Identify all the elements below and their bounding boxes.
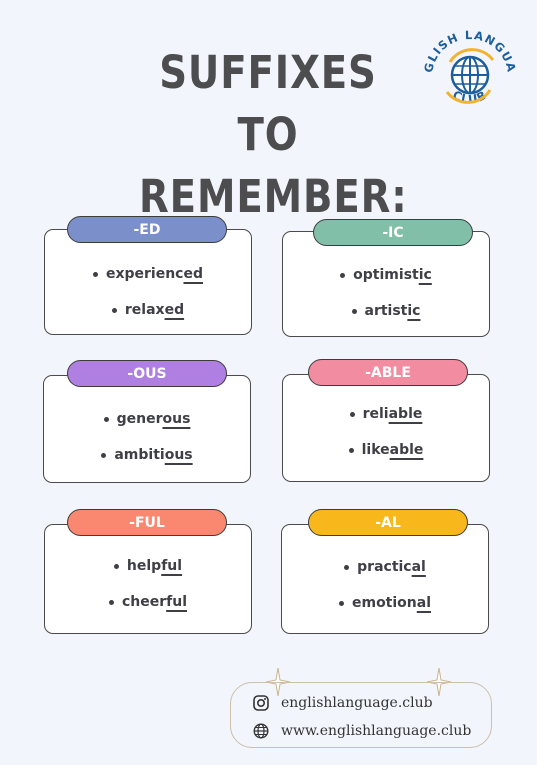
suffix-tab-ous: -OUS [67,360,227,387]
word-stem: emotion [351,595,417,611]
logo: ENGLISH LANGUAGE CLUB [415,20,518,106]
word-suffix: ed [183,266,204,282]
word-stem: relax [124,302,165,318]
word-item: ambiti ous [101,437,193,473]
word-stem: optimist [353,267,419,283]
instagram-icon [253,695,269,711]
suffix-label: -FUL [129,514,165,531]
suffix-tab-ful: -FUL [67,509,227,536]
suffix-tab-able: -ABLE [308,359,468,386]
word-suffix: al [411,559,426,575]
suffix-tab-al: -AL [308,509,468,536]
title-line-1: SUFFIXES TO [159,46,377,161]
website-row: www.englishlanguage.club [253,723,471,739]
suffix-tab-ed: -ED [67,216,227,243]
word-stem: cheer [121,594,167,610]
word-item: like able [348,432,424,468]
word-suffix: al [416,595,432,611]
bullet-icon [113,563,119,569]
instagram-handle: englishlanguage.club [281,695,433,711]
word-item: optimist ic [340,257,432,293]
word-suffix: able [389,442,424,458]
page-title: SUFFIXES TO REMEMBER: [139,42,407,228]
instagram-row: englishlanguage.club [253,695,433,711]
suffix-label: -ABLE [365,364,411,381]
word-stem: ambiti [114,447,165,463]
word-item: experienc ed [92,256,204,292]
bullet-icon [338,600,344,606]
word-item: emotion al [338,585,432,621]
bullet-icon [111,307,117,313]
suffix-tab-ic: -IC [313,219,473,246]
word-stem: help [126,558,162,574]
word-suffix: ic [407,303,421,319]
word-stem: like [361,442,390,458]
contact-footer: englishlanguage.club www.englishlanguage… [230,682,492,748]
word-stem: artist [364,303,408,319]
bullet-icon [101,452,107,458]
word-item: practic al [344,549,426,585]
suffix-label: -OUS [127,365,167,382]
bullet-icon [108,599,114,605]
bullet-icon [351,308,357,314]
word-stem: experienc [105,266,184,282]
website-url: www.englishlanguage.club [281,723,472,739]
word-suffix: ous [164,447,193,463]
bullet-icon [349,411,355,417]
word-suffix: ed [164,302,185,318]
word-item: artist ic [351,293,421,329]
word-item: cheer ful [108,584,188,620]
word-suffix: ic [418,267,432,283]
bullet-icon [348,447,354,453]
word-suffix: ful [166,594,188,610]
bullet-icon [103,416,109,422]
web-icon [253,723,269,739]
word-item: gener ous [103,401,191,437]
bullet-icon [92,271,98,277]
word-suffix: able [388,406,423,422]
word-stem: practic [357,559,412,575]
word-stem: reli [362,406,389,422]
suffix-label: -IC [382,224,404,241]
bullet-icon [340,272,346,278]
suffix-label: -AL [375,514,401,531]
word-stem: gener [116,411,163,427]
word-item: relax ed [111,292,185,328]
word-item: help ful [113,548,183,584]
word-suffix: ous [162,411,191,427]
bullet-icon [344,564,350,570]
word-suffix: ful [161,558,183,574]
word-item: reli able [349,396,423,432]
suffix-label: -ED [133,221,161,238]
